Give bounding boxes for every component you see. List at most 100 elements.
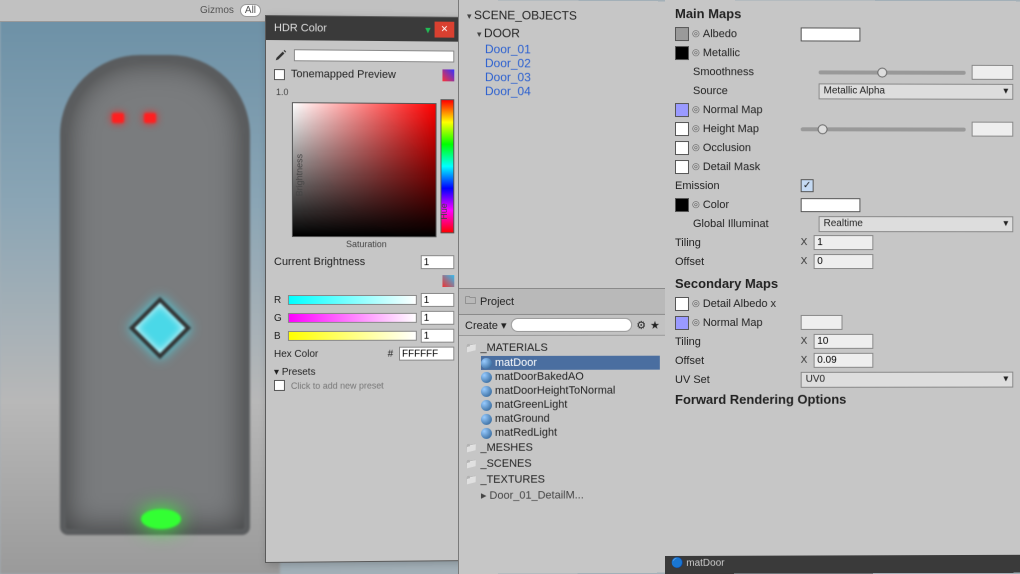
- folder-meshes[interactable]: _MESHES: [465, 439, 660, 456]
- hex-input[interactable]: [399, 347, 454, 361]
- texture-door01-detail[interactable]: ▸ Door_01_DetailM...: [481, 487, 660, 503]
- current-brightness-input[interactable]: [421, 255, 455, 269]
- project-search-input[interactable]: [510, 318, 632, 332]
- occlusion-swatch[interactable]: [675, 141, 689, 155]
- scene-door-mesh[interactable]: [60, 55, 250, 535]
- emission-color-field[interactable]: [801, 198, 861, 212]
- gi-dropdown[interactable]: Realtime▾: [819, 216, 1014, 232]
- door-eye-right: [144, 113, 156, 123]
- heightmap-input[interactable]: [972, 122, 1014, 137]
- eyedropper-icon[interactable]: [274, 48, 288, 62]
- detailalbedo-ring-icon[interactable]: ◎: [692, 298, 700, 309]
- albedo-ring-icon[interactable]: ◎: [692, 28, 700, 39]
- height-ring-icon[interactable]: ◎: [692, 123, 700, 134]
- emission-checkbox[interactable]: ✓: [801, 179, 814, 192]
- material-matdoorheighttonormal[interactable]: matDoorHeightToNormal: [481, 384, 660, 398]
- metallic-swatch[interactable]: [675, 46, 689, 60]
- albedo-label: Albedo: [703, 28, 737, 40]
- hex-label: Hex Color: [274, 348, 382, 359]
- material-matdoor[interactable]: matDoor: [481, 356, 660, 370]
- g-label: G: [274, 312, 284, 323]
- smoothness-input[interactable]: [972, 65, 1014, 80]
- current-color-swatch[interactable]: [294, 49, 454, 62]
- hierarchy-door-04[interactable]: Door_04: [485, 84, 658, 99]
- occlusion-ring-icon[interactable]: ◎: [692, 142, 700, 153]
- material-matdoorbakedao[interactable]: matDoorBakedAO: [481, 370, 660, 384]
- offset-x-input[interactable]: [813, 254, 873, 269]
- main-maps-header: Main Maps: [675, 6, 1013, 22]
- r-slider[interactable]: [288, 295, 417, 305]
- g-slider[interactable]: [288, 313, 417, 323]
- emission-color-swatch[interactable]: [675, 198, 689, 212]
- albedo-color[interactable]: [801, 27, 861, 41]
- detailmask-ring-icon[interactable]: ◎: [692, 161, 700, 172]
- b-slider[interactable]: [288, 331, 417, 341]
- status-material-name: matDoor: [686, 558, 724, 569]
- hierarchy-root[interactable]: SCENE_OBJECTS: [467, 6, 658, 25]
- emissioncolor-ring-icon[interactable]: ◎: [692, 199, 700, 210]
- sec-tiling-x-input[interactable]: [813, 334, 873, 349]
- folder-textures[interactable]: _TEXTURES: [465, 471, 660, 488]
- uvset-label: UV Set: [675, 373, 795, 385]
- folder-materials[interactable]: _MATERIALS: [465, 340, 660, 356]
- folder-scenes[interactable]: _SCENES: [465, 455, 660, 472]
- sec-normal-input[interactable]: [801, 315, 843, 330]
- filter-icon[interactable]: ⚙: [636, 318, 646, 331]
- hdr-titlebar[interactable]: HDR Color ▾ ×: [266, 16, 462, 42]
- tiling-x-input[interactable]: [813, 235, 873, 250]
- tonemapped-checkbox[interactable]: [274, 69, 285, 80]
- occlusion-label: Occlusion: [703, 142, 751, 154]
- inspector-panel: Main Maps ◎Albedo ◎Metallic Smoothness S…: [665, 0, 1020, 574]
- uvset-dropdown[interactable]: UV0▾: [801, 371, 1014, 387]
- secnormal-ring-icon[interactable]: ◎: [692, 317, 700, 328]
- hierarchy-door-02[interactable]: Door_02: [485, 56, 658, 71]
- sec-offset-x-input[interactable]: [813, 353, 873, 368]
- door-eye-left: [112, 113, 124, 123]
- b-input[interactable]: [421, 329, 455, 343]
- material-matground[interactable]: matGround: [481, 411, 660, 425]
- heightmap-slider[interactable]: [801, 127, 966, 131]
- detail-albedo-swatch[interactable]: [675, 296, 689, 310]
- colorspace-icon[interactable]: [442, 275, 454, 287]
- hierarchy-panel: SCENE_OBJECTS DOOR Door_01 Door_02 Door_…: [459, 0, 666, 109]
- project-tab[interactable]: 🗀 Project: [459, 288, 666, 315]
- chevron-down-icon: ▾: [1003, 374, 1008, 385]
- scene-viewport[interactable]: [0, 0, 280, 574]
- saturation-value-picker[interactable]: Brightness: [292, 102, 437, 237]
- status-bar: 🔵 matDoor: [665, 555, 1020, 574]
- material-matgreenlight[interactable]: matGreenLight: [481, 398, 660, 412]
- metallic-ring-icon[interactable]: ◎: [692, 47, 700, 58]
- gizmos-dropdown[interactable]: Gizmos: [200, 5, 234, 16]
- r-label: R: [274, 294, 284, 305]
- presets-foldout-icon[interactable]: ▾: [274, 367, 279, 378]
- smoothness-label: Smoothness: [693, 66, 813, 78]
- albedo-swatch[interactable]: [675, 27, 689, 41]
- smoothness-slider[interactable]: [819, 70, 966, 74]
- hierarchy-door-03[interactable]: Door_03: [485, 70, 658, 85]
- material-ball-icon: [481, 357, 492, 368]
- tonemap-preview-icon[interactable]: [442, 69, 454, 81]
- create-dropdown[interactable]: Create ▾: [465, 318, 507, 331]
- x-label: X: [801, 355, 808, 366]
- search-all-field[interactable]: All: [240, 4, 261, 17]
- detailmask-label: Detail Mask: [703, 161, 760, 173]
- normalmap-swatch[interactable]: [675, 103, 689, 117]
- g-input[interactable]: [421, 311, 455, 325]
- hierarchy-door-01[interactable]: Door_01: [485, 42, 658, 57]
- pin-icon[interactable]: ▾: [425, 23, 430, 36]
- door-gem: [129, 297, 191, 359]
- favorite-icon[interactable]: ★: [650, 318, 660, 331]
- sec-normal-swatch[interactable]: [675, 315, 689, 329]
- close-button[interactable]: ×: [435, 22, 455, 38]
- hue-axis-label: Hue: [439, 203, 449, 219]
- source-dropdown[interactable]: Metallic Alpha▾: [819, 83, 1014, 99]
- detailmask-swatch[interactable]: [675, 160, 689, 174]
- heightmap-swatch[interactable]: [675, 122, 689, 136]
- normal-ring-icon[interactable]: ◎: [692, 104, 700, 115]
- material-matredlight[interactable]: matRedLight: [481, 425, 660, 440]
- hierarchy-group-door[interactable]: DOOR: [477, 24, 658, 43]
- r-input[interactable]: [421, 293, 455, 307]
- brightness-max-label: 1.0: [276, 87, 288, 97]
- add-preset-slot[interactable]: [274, 380, 285, 391]
- detail-albedo-label: Detail Albedo x: [703, 297, 776, 309]
